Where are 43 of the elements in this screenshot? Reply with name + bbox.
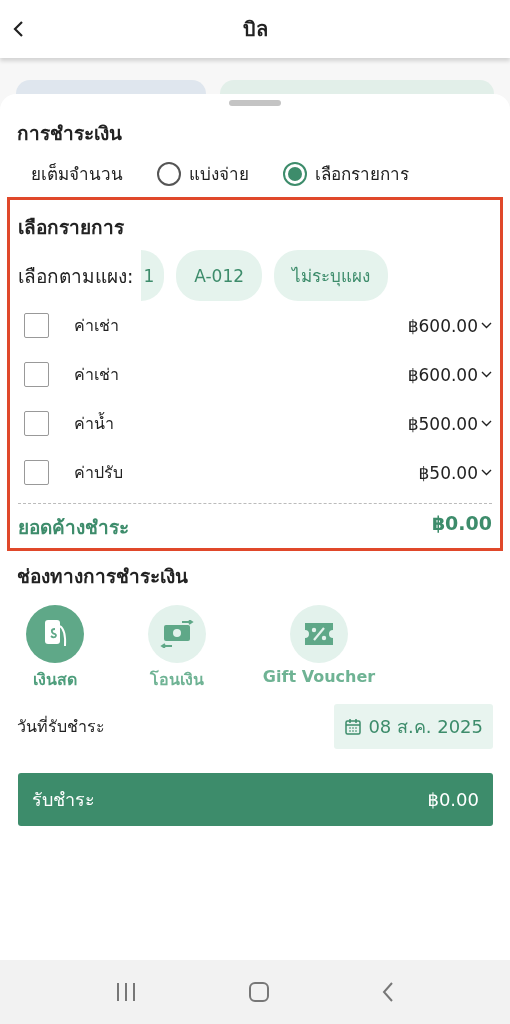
- page-title: บิล: [242, 16, 268, 43]
- item-label: ค่าน้ำ: [74, 411, 115, 435]
- item-label: ค่าเช่า: [74, 315, 120, 337]
- chevron-down-icon[interactable]: [481, 371, 492, 378]
- drag-handle[interactable]: [229, 100, 281, 106]
- payment-method[interactable]: โอนเงิน: [119, 605, 235, 692]
- date-picker[interactable]: 08 ส.ค. 2025: [334, 704, 493, 749]
- payment-option[interactable]: ยเต็มจำนวน: [31, 160, 123, 187]
- calendar-icon: [344, 717, 363, 736]
- home-icon[interactable]: [248, 981, 270, 1003]
- filter-label: เลือกตามแผง:: [18, 263, 134, 289]
- back-icon[interactable]: [12, 20, 24, 38]
- chevron-down-icon[interactable]: [481, 420, 492, 427]
- filter-chip[interactable]: A-012: [176, 250, 263, 301]
- section-title: ช่องทางการชำระเงิน: [17, 564, 189, 589]
- chevron-down-icon[interactable]: [481, 469, 492, 476]
- section-title: เลือกรายการ: [18, 215, 125, 240]
- money-transfer-icon: [160, 620, 194, 648]
- section-title: การชำระเงิน: [17, 121, 123, 146]
- checkbox[interactable]: [24, 313, 49, 338]
- checkbox[interactable]: [24, 460, 49, 485]
- item-amount: ฿500.00: [407, 413, 478, 434]
- item-label: ค่าปรับ: [74, 462, 124, 484]
- item-amount: ฿600.00: [407, 315, 478, 336]
- item-label: ค่าเช่า: [74, 364, 120, 386]
- voucher-percent-icon: [302, 620, 336, 648]
- date-label: วันที่รับชำระ: [17, 715, 105, 738]
- filter-chip[interactable]: 1: [141, 250, 165, 301]
- payment-method[interactable]: Gift Voucher: [261, 605, 377, 692]
- radio-label: เลือกรายการ: [315, 163, 409, 186]
- radio-label: แบ่งจ่าย: [189, 163, 249, 186]
- chevron-down-icon[interactable]: [481, 322, 492, 329]
- total-label: ยอดค้างชำระ: [18, 515, 129, 540]
- checkbox[interactable]: [24, 411, 49, 436]
- checkbox[interactable]: [24, 362, 49, 387]
- total-value: ฿0.00: [431, 512, 492, 536]
- radio-button[interactable]: [157, 161, 181, 186]
- filter-chip[interactable]: ไม่ระบุแผง: [274, 250, 389, 301]
- recent-apps-icon[interactable]: [115, 982, 138, 1002]
- radio-button[interactable]: [283, 161, 307, 186]
- item-amount: ฿50.00: [418, 462, 478, 483]
- receive-payment-button[interactable]: รับชำระ ฿0.00: [18, 773, 493, 826]
- item-amount: ฿600.00: [407, 364, 478, 385]
